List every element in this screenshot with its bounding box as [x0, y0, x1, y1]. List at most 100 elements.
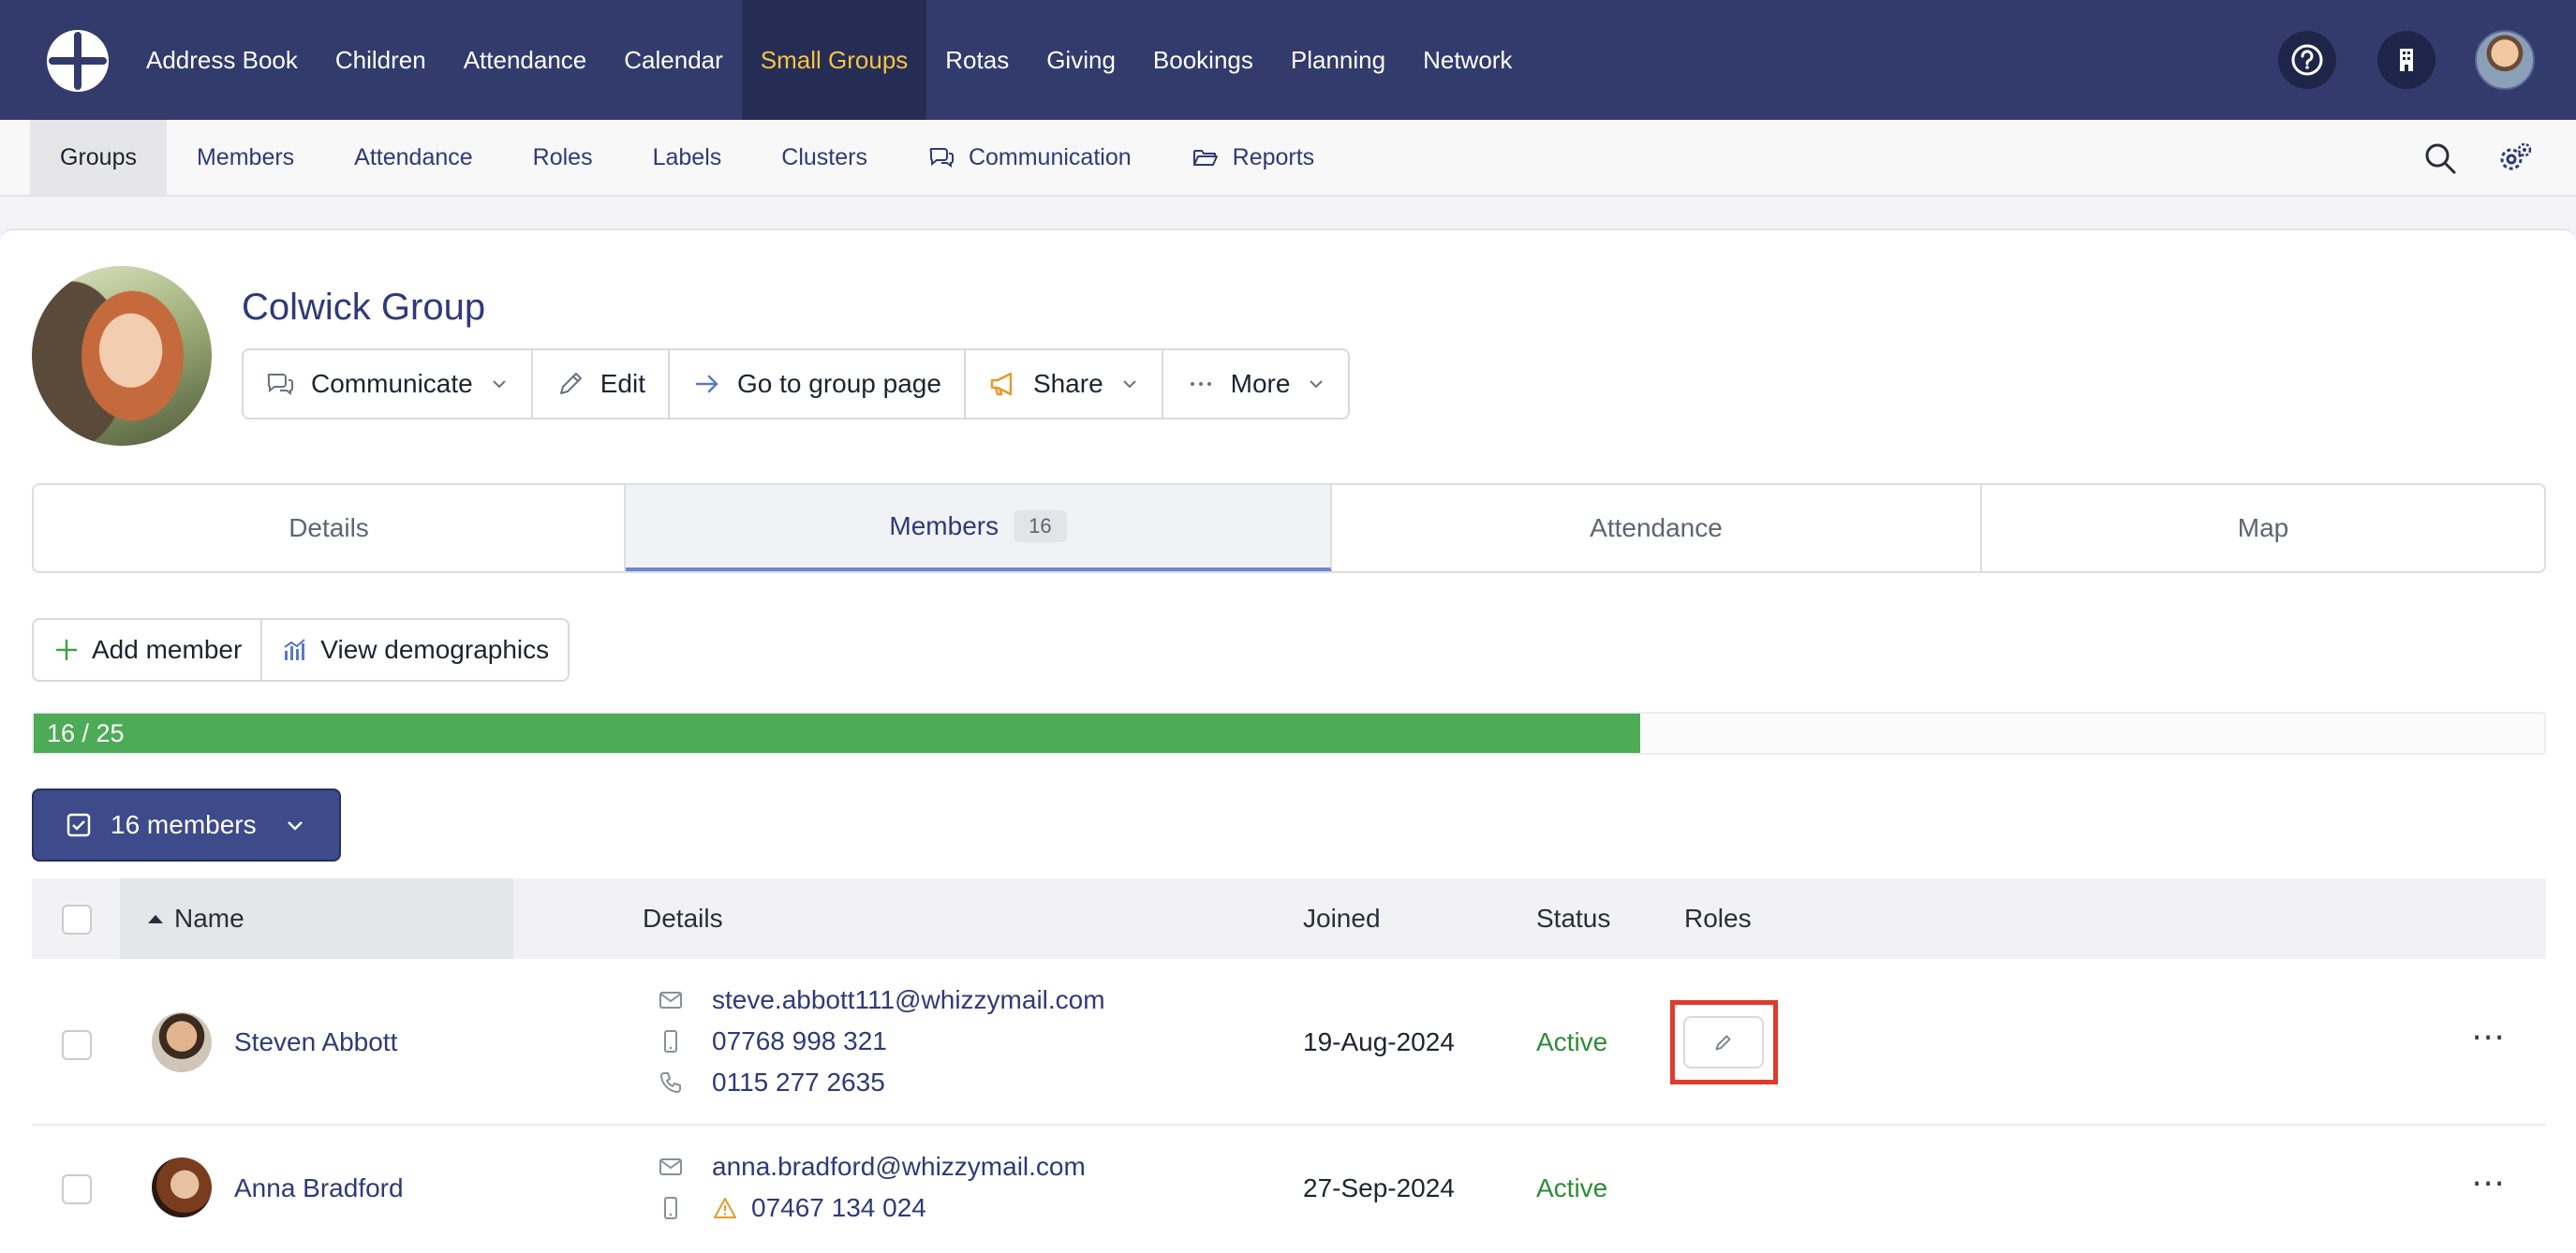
pencil-icon	[1715, 1035, 1731, 1051]
chart-icon	[284, 639, 305, 660]
user-avatar[interactable]	[2475, 30, 2535, 90]
joined-column-header[interactable]: Joined	[1303, 878, 1381, 959]
nav-rotas[interactable]: Rotas	[926, 0, 1028, 120]
group-action-bar: Communicate Edit Go to group page Share …	[242, 348, 1351, 420]
go-to-group-page-label: Go to group page	[736, 369, 941, 398]
checkbox-checked-icon	[67, 813, 91, 837]
table-row: Anna Bradford anna.bradford@whizzymail.c…	[32, 1126, 2546, 1253]
communicate-button[interactable]: Communicate	[244, 350, 533, 418]
chevron-down-icon	[1122, 380, 1136, 389]
organisation-button[interactable]	[2377, 31, 2435, 89]
go-to-group-page-button[interactable]: Go to group page	[670, 350, 966, 418]
member-mobile-link[interactable]: 07467 134 024	[751, 1193, 926, 1223]
church-cross-logo-icon	[49, 32, 107, 90]
members-select-dropdown[interactable]: 16 members	[32, 789, 341, 862]
member-phone-link[interactable]: 0115 277 2635	[712, 1068, 885, 1098]
add-member-button[interactable]: Add member	[34, 620, 263, 680]
subnav-labels[interactable]: Labels	[623, 120, 752, 195]
tab-details[interactable]: Details	[34, 485, 626, 571]
member-phone: 0115 277 2635	[658, 1062, 885, 1103]
member-email-link[interactable]: steve.abbott111@whizzymail.com	[712, 985, 1105, 1015]
page-title: Colwick Group	[242, 287, 486, 328]
chevron-down-icon	[493, 380, 506, 389]
name-column-header[interactable]: Name	[120, 878, 513, 959]
member-email-link[interactable]: anna.bradford@whizzymail.com	[712, 1152, 1086, 1182]
search-icon[interactable]	[2421, 139, 2460, 178]
subnav-attendance[interactable]: Attendance	[324, 120, 503, 195]
status-badge: Active	[1536, 1027, 1608, 1056]
avatar	[152, 1012, 212, 1072]
arrow-right-icon	[695, 375, 718, 393]
row-checkbox[interactable]	[62, 1030, 92, 1060]
chat-bubbles-icon	[929, 148, 954, 168]
question-circle-icon	[2291, 44, 2323, 76]
megaphone-icon	[990, 372, 1013, 396]
warning-icon	[714, 1198, 736, 1218]
nav-attendance[interactable]: Attendance	[445, 0, 606, 120]
edit-button[interactable]: Edit	[533, 350, 670, 418]
nav-children[interactable]: Children	[317, 0, 445, 120]
capacity-fill: 16 / 25	[34, 714, 1640, 753]
mobile-phone-icon	[664, 1030, 677, 1053]
nav-address-book[interactable]: Address Book	[127, 0, 317, 120]
subnav-groups[interactable]: Groups	[30, 120, 167, 195]
subnav-roles[interactable]: Roles	[503, 120, 623, 195]
tab-members[interactable]: Members 16	[626, 485, 1332, 571]
select-all-checkbox[interactable]	[62, 905, 92, 935]
plus-icon	[55, 639, 78, 661]
gears-icon[interactable]	[2495, 139, 2535, 178]
help-button[interactable]	[2278, 31, 2336, 89]
capacity-bar: 16 / 25	[32, 712, 2546, 755]
roles-column-header: Roles	[1684, 904, 1752, 933]
table-row: Steven Abbott steve.abbott111@whizzymail…	[32, 959, 2546, 1126]
view-demographics-button[interactable]: View demographics	[262, 620, 568, 680]
member-mobile-link[interactable]: 07768 998 321	[712, 1026, 887, 1056]
chevron-down-icon	[287, 821, 303, 831]
tab-attendance[interactable]: Attendance	[1332, 485, 1982, 571]
envelope-icon	[659, 1158, 682, 1175]
chat-bubbles-icon	[267, 374, 293, 395]
subnav-members[interactable]: Members	[167, 120, 324, 195]
add-member-label: Add member	[92, 635, 243, 664]
folder-open-icon	[1192, 150, 1218, 166]
member-name-link[interactable]: Anna Bradford	[234, 1167, 404, 1210]
edit-label: Edit	[600, 369, 645, 398]
view-demographics-label: View demographics	[320, 635, 550, 664]
members-table-header: Name Details Joined Status Roles	[32, 878, 2546, 959]
nav-giving[interactable]: Giving	[1028, 0, 1134, 120]
subnav-clusters[interactable]: Clusters	[751, 120, 897, 195]
share-label: Share	[1032, 369, 1103, 398]
row-more-icon[interactable]: ⋯	[2471, 1017, 2507, 1056]
nav-network[interactable]: Network	[1404, 0, 1531, 120]
edit-roles-button[interactable]	[1683, 1016, 1764, 1069]
tab-map[interactable]: Map	[1982, 485, 2544, 571]
nav-planning[interactable]: Planning	[1272, 0, 1404, 120]
row-checkbox[interactable]	[62, 1174, 92, 1204]
communicate-label: Communicate	[311, 369, 473, 398]
subnav-communication[interactable]: Communication	[897, 120, 1162, 195]
joined-date: 19-Aug-2024	[1303, 1027, 1455, 1056]
nav-calendar[interactable]: Calendar	[605, 0, 742, 120]
share-button[interactable]: Share	[966, 350, 1163, 418]
status-column-header[interactable]: Status	[1536, 878, 1610, 959]
member-name-link[interactable]: Steven Abbott	[234, 1021, 397, 1064]
more-button[interactable]: More	[1163, 350, 1349, 418]
phone-icon	[660, 1072, 681, 1093]
subnav-reports[interactable]: Reports	[1162, 120, 1345, 195]
app-logo[interactable]	[47, 30, 109, 92]
member-mobile: 07768 998 321	[658, 1021, 887, 1062]
row-more-icon[interactable]: ⋯	[2471, 1163, 2507, 1202]
more-label: More	[1230, 369, 1291, 398]
tab-members-label: Members	[889, 511, 999, 540]
subnav-communication-label: Communication	[968, 143, 1132, 170]
group-photo	[32, 266, 212, 446]
header-spacer	[513, 878, 613, 959]
building-icon	[2400, 49, 2413, 71]
sort-ascending-icon	[148, 914, 163, 923]
nav-bookings[interactable]: Bookings	[1134, 0, 1272, 120]
nav-small-groups[interactable]: Small Groups	[741, 0, 927, 120]
status-badge: Active	[1536, 1173, 1608, 1202]
member-email: anna.bradford@whizzymail.com	[658, 1146, 1086, 1187]
group-tabs: Details Members 16 Attendance Map	[32, 483, 2546, 573]
members-dropdown-label: 16 members	[111, 810, 257, 839]
